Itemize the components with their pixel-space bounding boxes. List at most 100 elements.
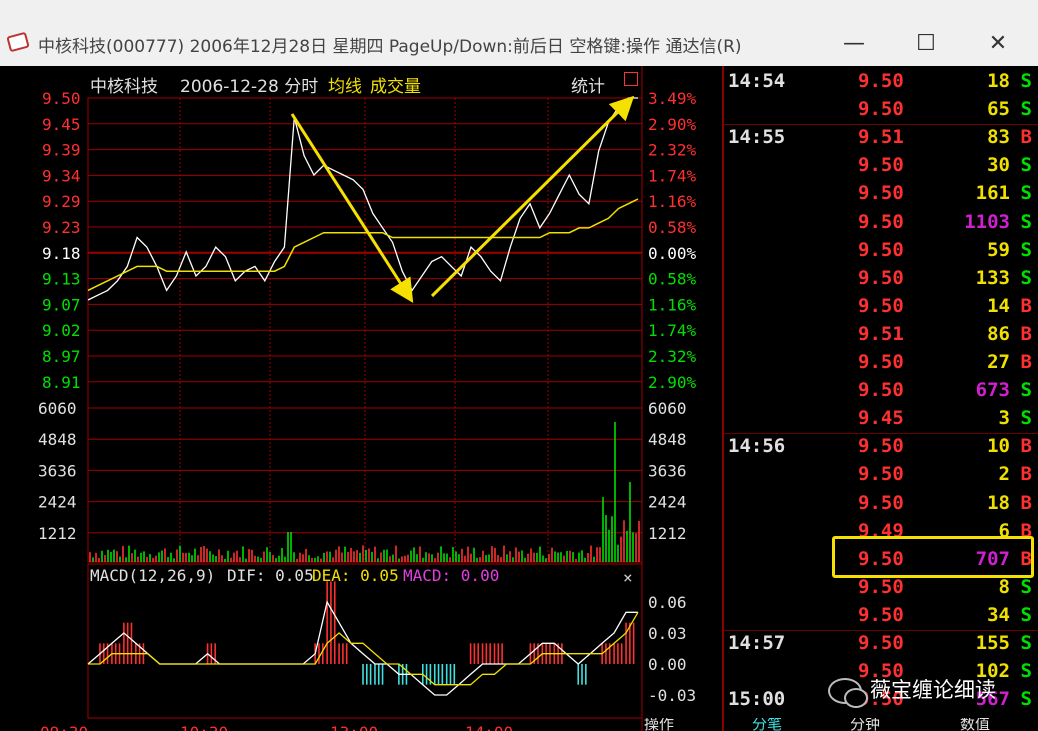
macd-dif: DIF: 0.05 (227, 566, 314, 585)
avg-line (87, 198, 639, 292)
pct-tick-label: 1.16% (648, 192, 697, 211)
volume-tick-label-right: 3636 (648, 461, 687, 480)
tick-price: 9.50 (858, 98, 904, 121)
watermark-text: 薇宝缠论细读 (870, 678, 996, 702)
price-tick-label: 9.29 (42, 192, 81, 211)
tick-volume: 18 (987, 70, 1010, 92)
tick-price: 9.50 (858, 603, 904, 626)
tick-price: 9.50 (858, 182, 904, 205)
tick-row[interactable]: 9.50 14 B (724, 293, 1038, 321)
volume-tick-label-right: 1212 (648, 524, 687, 543)
bottom-tab[interactable]: 操作 (644, 718, 674, 731)
tick-row[interactable]: 9.50 673 S (724, 377, 1038, 405)
title-bar: 中核科技(000777) 2006年12月28日 星期四 PageUp/Down… (0, 0, 1038, 66)
tick-price: 9.50 (858, 379, 904, 402)
bottom-tab[interactable]: 分笔 (752, 718, 782, 731)
tick-side: B (1020, 294, 1032, 317)
tick-row[interactable]: 9.50 30 S (724, 152, 1038, 180)
pct-tick-label: 1.16% (648, 295, 697, 314)
pct-tick-label: 1.74% (648, 321, 697, 340)
tick-side: S (1020, 266, 1032, 289)
tick-panel[interactable]: 14:54 9.50 18 S 9.50 65 S 14:55 9.51 83 B 9.50 30 S 9.… (722, 66, 1038, 731)
tick-time: 15:00 (728, 688, 786, 711)
tick-time: 14:56 (728, 435, 786, 458)
tick-price: 9.50 (858, 463, 904, 486)
tick-side: B (1020, 351, 1032, 373)
pct-tick-label: 3.49% (648, 89, 697, 108)
chart-canvas: 9.50 3.49% 9.45 2.90% 9.39 2.32% 9.34 1.74% 9.29… (38, 66, 697, 731)
app-icon (6, 31, 30, 53)
tick-volume: 155 (975, 632, 1010, 654)
tick-price: 9.50 (858, 238, 904, 261)
volume-legend[interactable]: 成交量 (370, 72, 421, 97)
tick-price: 9.50 (858, 491, 904, 514)
tick-row[interactable]: 14:54 9.50 18 S (724, 68, 1038, 96)
price-tick-label: 8.97 (42, 347, 81, 366)
tick-price: 9.50 (858, 351, 904, 373)
close-button[interactable]: ✕ (978, 30, 1018, 58)
macd-dea: DEA: 0.05 (312, 566, 399, 585)
macd-frame (87, 563, 643, 719)
tick-row[interactable]: 9.50 2 B (724, 461, 1038, 489)
price-tick-label: 9.07 (42, 295, 81, 314)
tick-price: 9.51 (858, 322, 904, 345)
macd-tick-label: 0.00 (648, 655, 687, 674)
tick-row[interactable]: 9.50 161 S (724, 180, 1038, 208)
tick-volume: 673 (975, 379, 1010, 402)
price-tick-label: 9.13 (42, 270, 81, 289)
tick-row[interactable]: 9.50 133 S (724, 265, 1038, 293)
tick-row[interactable]: 9.50 18 B (724, 490, 1038, 518)
bottom-tab[interactable]: 分钟 (850, 718, 880, 731)
tick-side: S (1020, 575, 1032, 598)
maximize-button[interactable]: ☐ (906, 30, 946, 58)
tick-volume: 161 (975, 182, 1010, 205)
tick-row[interactable]: 9.50 59 S (724, 237, 1038, 265)
volume-tick-label: 1212 (38, 524, 77, 543)
tick-side: B (1020, 126, 1032, 149)
tick-volume: 3 (998, 407, 1010, 430)
stats-toggle-icon[interactable] (624, 72, 638, 86)
tick-price: 9.50 (858, 154, 904, 177)
intraday-chart[interactable]: 9.50 3.49% 9.45 2.90% 9.39 2.32% 9.34 1.74% 9.29… (0, 66, 722, 731)
tick-price: 9.50 (858, 575, 904, 598)
pct-tick-label: 0.58% (648, 270, 697, 289)
avg-line-legend[interactable]: 均线 (328, 72, 362, 97)
macd-value: MACD: 0.00 (403, 566, 500, 585)
time-tick-label: 13:00 (330, 723, 378, 731)
tick-side: S (1020, 210, 1032, 233)
tick-row[interactable]: 9.45 3 S (724, 405, 1038, 433)
tick-row[interactable]: 9.50 34 S (724, 602, 1038, 630)
pct-tick-label: 1.74% (648, 166, 697, 185)
tick-row[interactable]: 14:56 9.50 10 B (724, 433, 1038, 461)
tick-side: S (1020, 154, 1032, 177)
tick-row[interactable]: 9.51 86 B (724, 321, 1038, 349)
tick-row[interactable]: 9.50 1103 S (724, 209, 1038, 237)
time-tick-label: 14:00 (465, 723, 513, 731)
down-arrow (290, 113, 414, 304)
tick-volume: 2 (998, 463, 1010, 486)
tick-volume: 1103 (964, 210, 1010, 233)
watermark: 薇宝缠论细读 (828, 674, 1038, 714)
tick-volume: 14 (987, 294, 1010, 317)
tick-side: S (1020, 379, 1032, 402)
tick-volume: 83 (987, 126, 1010, 149)
tick-volume: 65 (987, 98, 1010, 121)
price-line (87, 97, 638, 301)
tick-side: S (1020, 98, 1032, 121)
macd-tick-label: -0.03 (648, 686, 696, 705)
tick-time: 14:54 (728, 70, 786, 92)
tick-row[interactable]: 9.50 27 B (724, 349, 1038, 377)
tick-row[interactable]: 9.50 65 S (724, 96, 1038, 124)
minimize-button[interactable]: — (834, 30, 874, 58)
pct-tick-label: 0.00% (648, 244, 697, 263)
pct-tick-label: 2.90% (648, 373, 697, 392)
tick-row[interactable]: 14:57 9.50 155 S (724, 630, 1038, 658)
stats-button[interactable]: 统计 (571, 72, 605, 97)
tick-side: B (1020, 435, 1032, 458)
price-tick-label: 9.18 (42, 244, 81, 263)
macd-close-icon[interactable]: × (623, 568, 633, 587)
price-tick-label: 9.34 (42, 166, 81, 185)
price-tick-label: 9.23 (42, 218, 81, 237)
bottom-tab[interactable]: 数值 (960, 718, 990, 731)
tick-row[interactable]: 14:55 9.51 83 B (724, 124, 1038, 152)
